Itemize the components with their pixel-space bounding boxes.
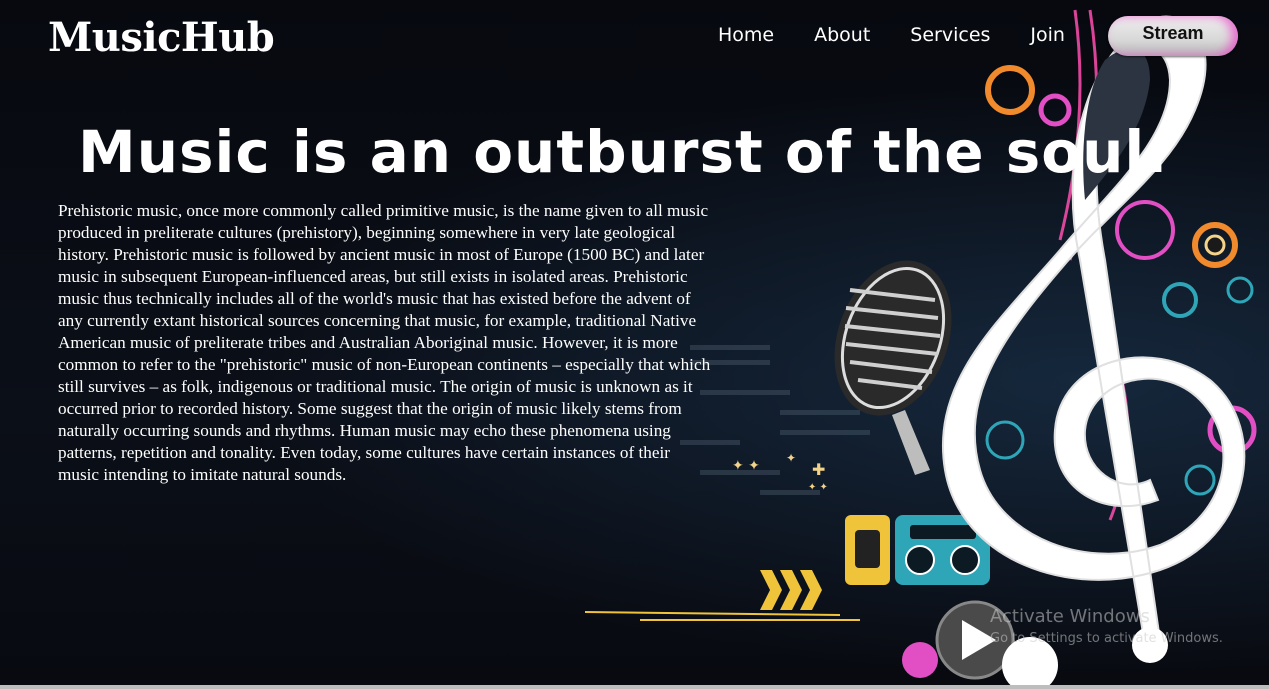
svg-text:✦ ✦: ✦ ✦ [808, 482, 828, 493]
main-nav: Home About Services Join [718, 24, 1105, 46]
nav-link-join[interactable]: Join [1030, 24, 1065, 46]
svg-text:✦ ✦: ✦ ✦ [732, 458, 760, 474]
hero-paragraph: Prehistoric music, once more commonly ca… [58, 201, 711, 484]
watermark-title: Activate Windows [990, 606, 1150, 627]
nav-link-services[interactable]: Services [910, 24, 990, 46]
nav-link-home[interactable]: Home [718, 24, 774, 46]
site-header: MusicHub Home About Services Join Stream [0, 0, 1269, 80]
horizontal-scrollbar[interactable] [0, 685, 1269, 689]
nav-link-about[interactable]: About [814, 24, 870, 46]
windows-activation-watermark: Activate Windows Go to Settings to activ… [990, 606, 1223, 646]
site-logo[interactable]: MusicHub [48, 14, 275, 61]
speed-streaks [584, 611, 860, 621]
watermark-subtitle: Go to Settings to activate Windows. [990, 631, 1223, 646]
chevron-arrows [760, 570, 822, 610]
svg-text:✦: ✦ [786, 451, 796, 465]
svg-text:✚: ✚ [812, 460, 825, 479]
boombox-illustration [845, 515, 990, 585]
hero-headline: Music is an outburst of the soul. [78, 118, 1169, 186]
stream-button[interactable]: Stream [1108, 16, 1238, 56]
